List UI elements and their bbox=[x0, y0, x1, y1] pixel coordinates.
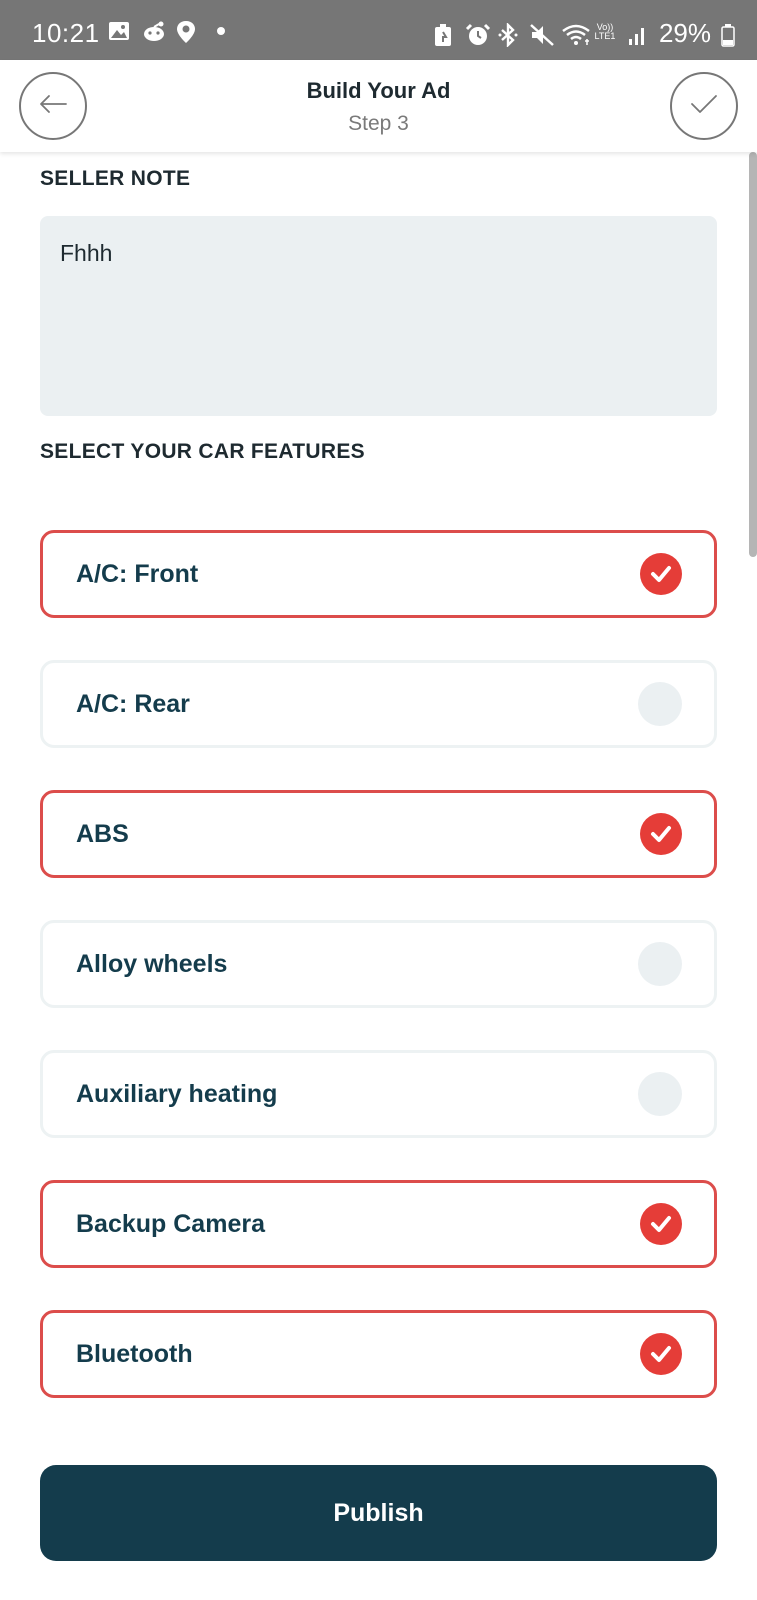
gallery-icon bbox=[108, 20, 130, 42]
confirm-button[interactable] bbox=[670, 72, 738, 140]
volte-icon: Vo)) LTE1 bbox=[594, 21, 616, 41]
feature-label: Auxiliary heating bbox=[76, 1079, 278, 1108]
feature-option[interactable]: A/C: Rear bbox=[40, 660, 717, 748]
location-icon bbox=[176, 20, 198, 43]
status-right-icons: Vo)) LTE1 29% bbox=[433, 18, 735, 49]
wifi-icon bbox=[561, 23, 590, 45]
check-circle-icon bbox=[640, 1203, 682, 1245]
features-label: SELECT YOUR CAR FEATURES bbox=[40, 440, 365, 463]
feature-label: A/C: Front bbox=[76, 559, 199, 588]
page-subtitle: Step 3 bbox=[348, 112, 409, 135]
scrollbar[interactable] bbox=[749, 152, 757, 557]
check-circle-icon bbox=[640, 1333, 682, 1375]
signal-icon bbox=[627, 23, 649, 45]
feature-label: Backup Camera bbox=[76, 1209, 265, 1238]
seller-note-field[interactable]: Fhhh bbox=[40, 216, 717, 416]
status-bar: 10:21 Vo)) LTE1 29% bbox=[0, 0, 757, 60]
status-left-icons bbox=[108, 20, 232, 43]
alarm-icon bbox=[465, 23, 491, 45]
mute-icon bbox=[529, 23, 554, 46]
battery-percent: 29% bbox=[658, 18, 711, 48]
feature-option[interactable]: ABS bbox=[40, 790, 717, 878]
battery-saver-icon bbox=[433, 23, 455, 46]
feature-option[interactable]: Backup Camera bbox=[40, 1180, 717, 1268]
feature-label: A/C: Rear bbox=[76, 689, 190, 718]
feature-option[interactable]: Bluetooth bbox=[40, 1310, 717, 1398]
reddit-icon bbox=[142, 20, 164, 42]
status-time: 10:21 bbox=[32, 18, 100, 48]
check-circle-icon bbox=[640, 553, 682, 595]
app-header: Build Your Ad Step 3 bbox=[0, 60, 757, 152]
battery-icon bbox=[721, 23, 735, 47]
dot-icon bbox=[210, 20, 232, 42]
check-circle-icon bbox=[638, 682, 682, 726]
publish-button[interactable]: Publish bbox=[40, 1465, 717, 1561]
bluetooth-icon bbox=[497, 21, 519, 48]
feature-label: Bluetooth bbox=[76, 1339, 193, 1368]
check-circle-icon bbox=[638, 1072, 682, 1116]
feature-option[interactable]: Alloy wheels bbox=[40, 920, 717, 1008]
feature-label: ABS bbox=[76, 819, 129, 848]
feature-option[interactable]: A/C: Front bbox=[40, 530, 717, 618]
check-circle-icon bbox=[640, 813, 682, 855]
seller-note-label: SELLER NOTE bbox=[40, 167, 191, 190]
feature-option[interactable]: Auxiliary heating bbox=[40, 1050, 717, 1138]
check-circle-icon bbox=[638, 942, 682, 986]
checkmark-icon bbox=[689, 92, 719, 121]
feature-label: Alloy wheels bbox=[76, 949, 228, 978]
page-title: Build Your Ad bbox=[306, 78, 451, 103]
